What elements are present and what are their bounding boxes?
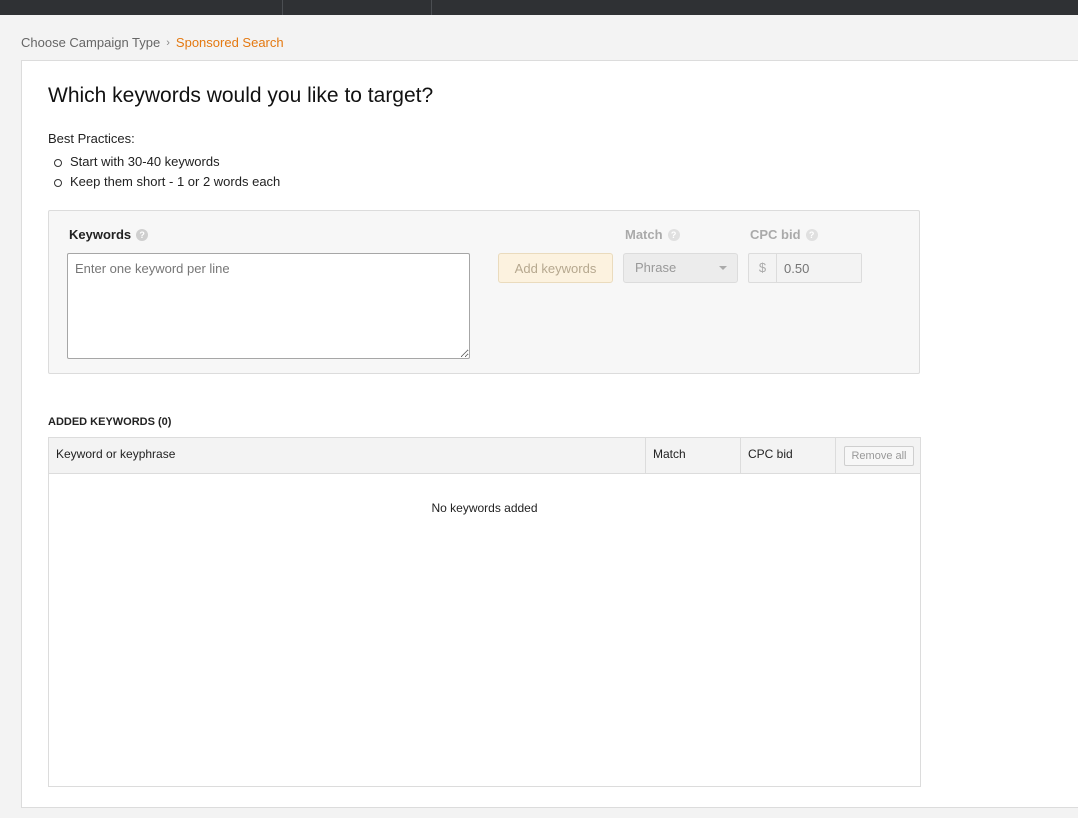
empty-table-message: No keywords added (431, 501, 538, 515)
keywords-textarea[interactable] (67, 253, 470, 359)
keywords-label-text: Keywords (69, 227, 132, 242)
column-header-match[interactable]: Match (645, 438, 741, 473)
cpc-bid-field: $ (748, 253, 862, 283)
match-label: Match ? (625, 227, 680, 242)
top-nav-divider (282, 0, 283, 15)
breadcrumb: Choose Campaign Type › Sponsored Search (21, 35, 284, 50)
added-keywords-table: Keyword or keyphrase Match CPC bid Remov… (48, 437, 921, 787)
match-type-select[interactable]: Phrase (623, 253, 738, 283)
column-header-keyword[interactable]: Keyword or keyphrase (49, 438, 646, 473)
keyword-entry-panel: Keywords ? Add keywords Match ? Phrase C… (48, 210, 920, 374)
table-header: Keyword or keyphrase Match CPC bid Remov… (49, 438, 920, 474)
top-nav-bar (0, 0, 1078, 15)
top-nav-divider (431, 0, 432, 15)
match-type-value: Phrase (635, 260, 677, 275)
remove-all-button[interactable]: Remove all (844, 446, 914, 466)
help-icon[interactable]: ? (805, 228, 818, 241)
cpc-bid-label: CPC bid ? (750, 227, 818, 242)
best-practices-list: Start with 30-40 keywords Keep them shor… (48, 152, 280, 192)
help-icon[interactable]: ? (667, 228, 680, 241)
main-card: Which keywords would you like to target?… (21, 60, 1078, 808)
breadcrumb-choose-campaign-type[interactable]: Choose Campaign Type (21, 35, 160, 50)
best-practice-item: Keep them short - 1 or 2 words each (48, 172, 280, 192)
best-practice-item: Start with 30-40 keywords (48, 152, 280, 172)
cpc-bid-input[interactable] (777, 254, 861, 282)
column-header-cpc-bid[interactable]: CPC bid (740, 438, 836, 473)
cpc-bid-label-text: CPC bid (750, 227, 801, 242)
help-icon[interactable]: ? (136, 228, 149, 241)
chevron-right-icon: › (166, 36, 170, 49)
match-label-text: Match (625, 227, 663, 242)
currency-symbol: $ (749, 254, 777, 282)
add-keywords-button[interactable]: Add keywords (498, 253, 613, 283)
caret-down-icon (719, 266, 727, 270)
best-practices-label: Best Practices: (48, 131, 135, 146)
breadcrumb-current: Sponsored Search (175, 35, 284, 50)
added-keywords-heading: ADDED KEYWORDS (0) (48, 416, 172, 428)
page-title: Which keywords would you like to target? (48, 84, 434, 107)
keywords-label: Keywords ? (69, 227, 149, 242)
